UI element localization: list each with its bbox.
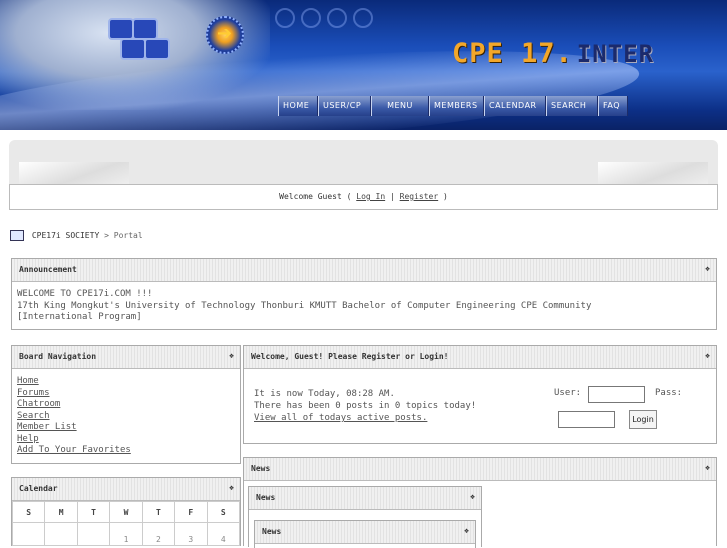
- announcement-body: WELCOME TO CPE17i.COM !!! 17th King Mong…: [12, 282, 716, 329]
- day-header: T: [141, 501, 176, 523]
- panel-header: Calendar ❖: [12, 478, 240, 501]
- nav-link-search[interactable]: Search: [17, 411, 235, 423]
- panel-title: Board Navigation: [19, 352, 97, 361]
- panel-title: Announcement: [19, 265, 77, 274]
- welcome-suffix: ): [443, 192, 448, 201]
- nav-link-favorites[interactable]: Add To Your Favorites: [17, 445, 235, 457]
- username-input[interactable]: [588, 386, 645, 403]
- hexagon-decoration: [132, 18, 158, 40]
- nav-link-help[interactable]: Help: [17, 434, 235, 446]
- news-panel: News ❖ News ❖ News ❖: [243, 457, 717, 548]
- calendar-grid: S M T W T F S 1 2 3 4: [11, 501, 241, 546]
- news-inner-panel: News ❖ News ❖: [248, 486, 482, 548]
- calendar-day[interactable]: 3: [174, 522, 208, 546]
- nav-search[interactable]: SEARCH: [546, 96, 598, 116]
- login-button[interactable]: Login: [629, 410, 657, 429]
- calendar-day: [44, 522, 78, 546]
- day-header: S: [11, 501, 46, 523]
- panel-title: News: [251, 464, 271, 473]
- welcome-bar: Welcome Guest ( Log In | Register ): [9, 184, 718, 210]
- calendar-day[interactable]: 1: [109, 522, 143, 546]
- day-header: M: [44, 501, 78, 523]
- collapse-icon[interactable]: ❖: [229, 483, 234, 492]
- news-nested-panel: News ❖: [254, 520, 476, 548]
- post-stats: There has been 0 posts in 0 topics today…: [254, 401, 477, 411]
- calendar-day[interactable]: 4: [206, 522, 241, 546]
- nav-link-home[interactable]: Home: [17, 376, 235, 388]
- panel-header: News ❖: [244, 458, 716, 481]
- calendar-day: [11, 522, 46, 546]
- nav-link-chatroom[interactable]: Chatroom: [17, 399, 235, 411]
- current-time: It is now Today, 08:28 AM.: [254, 389, 395, 399]
- band-decoration: [19, 162, 129, 184]
- site-header: ➔ CPE 17. INTER HOME USER/CP MENU MEMBERS…: [0, 0, 727, 130]
- register-link[interactable]: Register: [400, 192, 439, 201]
- site-logo[interactable]: CPE 17. INTER: [452, 38, 654, 69]
- calendar-day[interactable]: 2: [141, 522, 176, 546]
- collapse-icon[interactable]: ❖: [464, 526, 469, 535]
- collapse-icon[interactable]: ❖: [705, 463, 710, 472]
- circle-decoration: [275, 8, 379, 32]
- breadcrumb-page: Portal: [113, 231, 143, 240]
- panel-header: News ❖: [249, 487, 481, 510]
- nav-calendar[interactable]: CALENDAR: [484, 96, 546, 116]
- panel-header: News ❖: [255, 521, 475, 544]
- day-header: S: [206, 501, 241, 523]
- folder-icon: [10, 230, 24, 241]
- collapse-icon[interactable]: ❖: [705, 351, 710, 360]
- collapse-icon[interactable]: ❖: [229, 351, 234, 360]
- top-band: [9, 140, 718, 184]
- panel-title: News: [262, 527, 282, 536]
- separator: |: [389, 192, 395, 201]
- nav-link-member-list[interactable]: Member List: [17, 422, 235, 434]
- active-posts-link[interactable]: View all of todays active posts.: [254, 413, 427, 423]
- hexagon-decoration: [144, 38, 170, 60]
- password-input[interactable]: [558, 411, 615, 428]
- panel-title: News: [256, 493, 276, 502]
- board-nav-links: Home Forums Chatroom Search Member List …: [12, 369, 240, 462]
- panel-header: Welcome, Guest! Please Register or Login…: [244, 346, 716, 369]
- hexagon-decoration: [120, 38, 146, 60]
- nav-user-cp[interactable]: USER/CP: [318, 96, 371, 116]
- collapse-icon[interactable]: ❖: [470, 492, 475, 501]
- stats-message: It is now Today, 08:28 AM. There has bee…: [254, 388, 476, 424]
- login-link[interactable]: Log In: [356, 192, 385, 201]
- announcement-line: WELCOME TO CPE17i.COM !!!: [17, 289, 153, 299]
- arrow-orb-icon: ➔: [206, 16, 244, 54]
- nav-faq[interactable]: FAQ: [598, 96, 628, 116]
- panel-header: Board Navigation ❖: [12, 346, 240, 369]
- calendar-day: [76, 522, 111, 546]
- calendar-panel: Calendar ❖ S M T W T F S 1 2 3 4: [11, 477, 241, 546]
- panel-title: Welcome, Guest! Please Register or Login…: [251, 352, 449, 361]
- day-header: W: [109, 501, 143, 523]
- breadcrumb: CPE17i SOCIETY > Portal: [10, 230, 143, 241]
- guest-panel-body: It is now Today, 08:28 AM. There has bee…: [244, 369, 716, 445]
- user-label: User:: [554, 388, 582, 398]
- panel-header: Announcement ❖: [12, 259, 716, 282]
- board-navigation-panel: Board Navigation ❖ Home Forums Chatroom …: [11, 345, 241, 464]
- hexagon-decoration: [108, 18, 134, 40]
- nav-members[interactable]: MEMBERS: [429, 96, 484, 116]
- nav-menu[interactable]: MENU: [371, 96, 429, 116]
- nav-home[interactable]: HOME: [278, 96, 318, 116]
- nav-link-forums[interactable]: Forums: [17, 388, 235, 400]
- breadcrumb-sep: >: [104, 231, 109, 240]
- announcement-line: 17th King Mongkut's University of Techno…: [17, 300, 592, 311]
- announcement-panel: Announcement ❖ WELCOME TO CPE17i.COM !!!…: [11, 258, 717, 330]
- breadcrumb-site[interactable]: CPE17i SOCIETY: [32, 231, 99, 240]
- panel-title: Calendar: [19, 484, 58, 493]
- day-header: T: [76, 501, 111, 523]
- collapse-icon[interactable]: ❖: [705, 264, 710, 273]
- top-nav: HOME USER/CP MENU MEMBERS CALENDAR SEARC…: [278, 96, 628, 116]
- guest-login-panel: Welcome, Guest! Please Register or Login…: [243, 345, 717, 444]
- welcome-text: Welcome Guest (: [279, 192, 352, 201]
- day-header: F: [174, 501, 208, 523]
- announcement-line: [International Program]: [17, 312, 142, 322]
- band-decoration: [598, 162, 708, 184]
- pass-label: Pass:: [655, 388, 683, 398]
